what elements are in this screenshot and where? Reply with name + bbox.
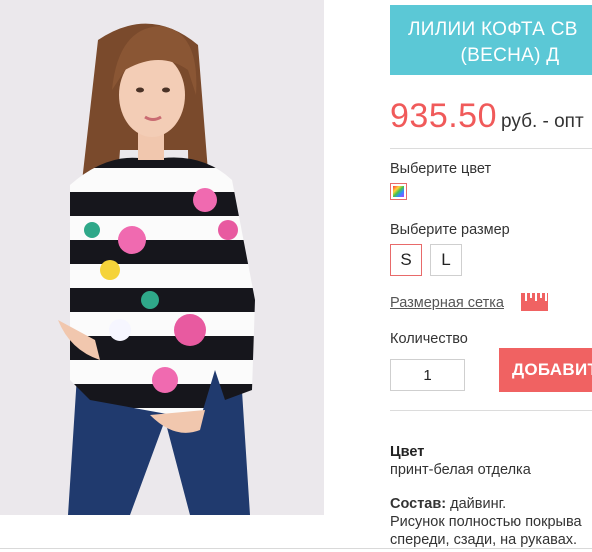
divider <box>390 410 592 411</box>
spec-color-title: Цвет <box>390 444 425 460</box>
multicolor-icon <box>393 186 404 197</box>
spec-composition-title: Состав: <box>390 496 447 512</box>
price-value: 935.50 <box>390 97 497 135</box>
size-label: Выберите размер <box>390 222 510 238</box>
product-title-line2: (ВЕСНА) Д <box>460 45 560 66</box>
ruler-icon[interactable] <box>521 293 548 311</box>
footer-divider <box>0 548 592 549</box>
product-title-banner: ЛИЛИИ КОФТА СВ (ВЕСНА) Д <box>390 5 592 75</box>
color-swatch-multicolor[interactable] <box>390 183 407 200</box>
size-chart-link[interactable]: Размерная сетка <box>390 295 504 311</box>
product-photo[interactable] <box>0 0 324 515</box>
product-title-line1: ЛИЛИИ КОФТА СВ <box>408 19 578 40</box>
quantity-input[interactable] <box>390 359 465 391</box>
spec-composition: Состав: дайвинг. <box>390 496 506 512</box>
size-option-l[interactable]: L <box>430 244 462 276</box>
add-to-cart-button[interactable]: ДОБАВИТ <box>499 348 592 392</box>
spec-composition-value: дайвинг. <box>450 496 507 512</box>
spec-print-line1: Рисунок полностью покрыва <box>390 514 582 530</box>
color-label: Выберите цвет <box>390 161 492 177</box>
spec-color-value: принт-белая отделка <box>390 462 531 478</box>
price-row: 935.50 руб. - опт <box>390 97 584 136</box>
divider <box>390 148 592 149</box>
model-in-sweatshirt-image <box>0 0 324 515</box>
size-option-s[interactable]: S <box>390 244 422 276</box>
price-unit: руб. - опт <box>501 111 584 132</box>
quantity-label: Количество <box>390 331 468 347</box>
spec-print-line2: спереди, сзади, на рукавах. <box>390 532 578 548</box>
